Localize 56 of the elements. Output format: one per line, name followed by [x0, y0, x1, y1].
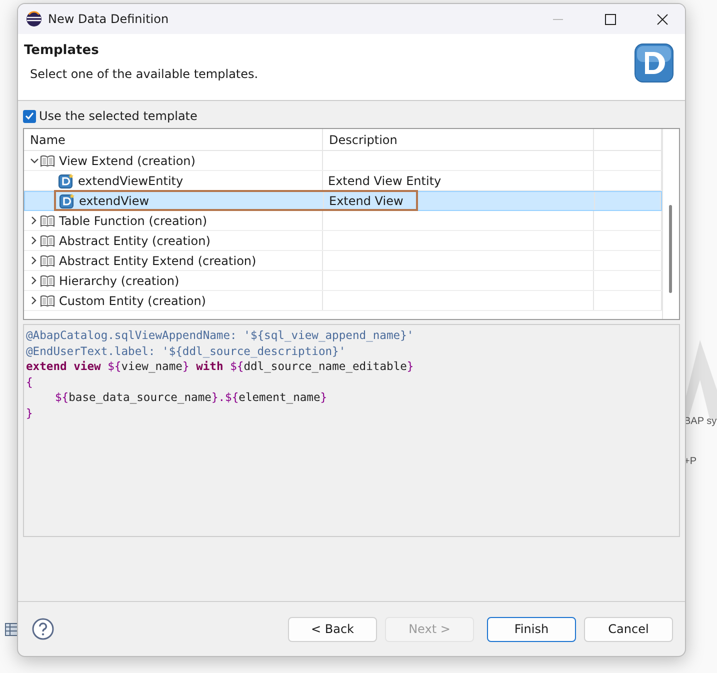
tree-row[interactable]: Abstract Entity Extend (creation) [24, 251, 662, 271]
checkbox[interactable] [23, 110, 36, 122]
maximize-icon [604, 14, 616, 24]
app-icon [26, 11, 42, 27]
window-title: New Data Definition [48, 12, 170, 26]
background-text: +P [684, 456, 697, 467]
scrollbar-thumb[interactable] [669, 205, 672, 293]
close-icon [656, 14, 668, 24]
wizard-logo-icon [633, 42, 675, 84]
expand-icon[interactable] [31, 256, 37, 265]
dialog-button[interactable]: < Back [288, 616, 377, 642]
row-name: Custom Entity (creation) [59, 294, 206, 308]
dialog-button[interactable]: Finish [487, 616, 576, 642]
code-line: ${base_data_source_name}.${element_name} [54, 390, 328, 406]
tree-row[interactable]: extendView Extend View [24, 191, 662, 211]
row-name: Table Function (creation) [59, 214, 208, 228]
book-icon [40, 254, 55, 266]
tree-row[interactable]: View Extend (creation) [24, 151, 662, 171]
help-icon[interactable] [32, 618, 54, 640]
code-line: } [26, 406, 34, 421]
page-title: Templates [24, 43, 100, 58]
row-name: Abstract Entity Extend (creation) [59, 254, 256, 268]
template-icon [59, 193, 75, 209]
book-icon [40, 294, 55, 306]
row-name: extendView [79, 194, 150, 208]
expand-icon[interactable] [31, 296, 37, 305]
column-header[interactable]: Description [323, 129, 594, 150]
table-icon[interactable] [5, 623, 18, 636]
expand-icon[interactable] [31, 216, 37, 225]
tree-row[interactable]: Abstract Entity (creation) [24, 231, 662, 251]
page-description: Select one of the available templates. [29, 67, 260, 81]
row-description: Extend View Entity [328, 174, 442, 188]
row-name: extendViewEntity [78, 174, 184, 188]
code-line: @EndUserText.label: '${ddl_source_description}' [26, 344, 347, 359]
code-line: @AbapCatalog.sqlViewAppendName: '${sql_view_append_name}' [26, 328, 415, 344]
expand-icon[interactable] [31, 276, 37, 285]
row-description: Extend View [329, 194, 404, 208]
code-line: { [26, 374, 34, 390]
book-icon [40, 234, 55, 246]
tree-row[interactable]: Custom Entity (creation) [24, 291, 662, 311]
tree-row[interactable]: Table Function (creation) [24, 211, 662, 231]
row-name: View Extend (creation) [59, 154, 196, 168]
row-name: Abstract Entity (creation) [59, 234, 210, 248]
code-line: extend view ${view_name} with ${ddl_source_name_editable} [26, 359, 415, 374]
expand-icon[interactable] [31, 236, 37, 245]
tree-row[interactable]: Hierarchy (creation) [24, 271, 662, 291]
checkbox-label: Use the selected template [39, 109, 198, 123]
row-name: Hierarchy (creation) [59, 274, 180, 288]
template-icon [58, 172, 74, 188]
book-icon [40, 154, 55, 166]
dialog-button[interactable]: Cancel [584, 616, 673, 642]
collapse-icon[interactable] [30, 158, 38, 164]
column-header[interactable]: Name [24, 129, 323, 150]
book-icon [40, 274, 55, 286]
book-icon [40, 214, 55, 226]
minimize-icon [553, 18, 563, 20]
